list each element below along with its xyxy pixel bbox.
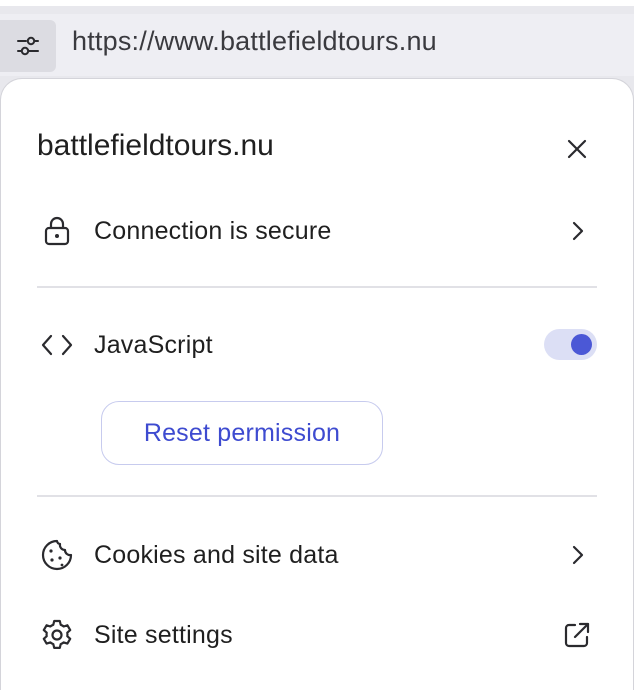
site-info-panel: battlefieldtours.nu Connection is secure [0,78,634,690]
site-settings-label: Site settings [94,620,233,649]
open-external-icon [557,615,597,655]
tune-icon [17,36,39,56]
connection-row[interactable]: Connection is secure [1,201,634,261]
cookie-icon [37,535,77,575]
browser-top-strip [0,0,634,6]
cookies-label: Cookies and site data [94,540,339,569]
lock-icon [37,211,77,251]
javascript-toggle[interactable] [544,329,597,360]
close-button[interactable] [557,129,597,169]
chevron-right-icon [557,535,597,575]
divider [37,495,597,497]
divider [37,286,597,288]
javascript-label: JavaScript [94,330,213,359]
site-settings-row[interactable]: Site settings [1,605,634,665]
toggle-knob [571,334,592,355]
url-text[interactable]: https://www.battlefieldtours.nu [72,26,437,57]
site-info-button[interactable] [0,20,56,72]
cookies-row[interactable]: Cookies and site data [1,525,634,585]
close-icon [567,139,587,159]
code-icon [37,325,77,365]
panel-title: battlefieldtours.nu [37,129,274,162]
javascript-row: JavaScript [1,315,634,375]
chevron-right-icon [557,211,597,251]
connection-label: Connection is secure [94,216,332,245]
gear-icon [37,615,77,655]
reset-permission-button[interactable]: Reset permission [101,401,383,465]
